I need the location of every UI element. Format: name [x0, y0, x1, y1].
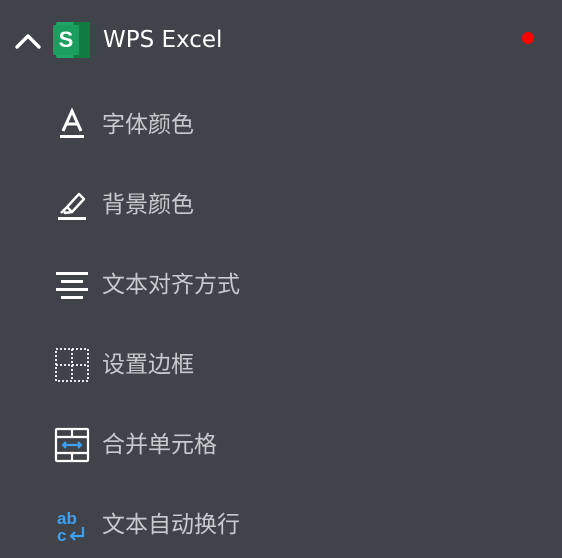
menu-item-label: 设置边框 — [102, 352, 194, 378]
menu-item-background-color[interactable]: 背景颜色 — [0, 165, 562, 245]
menu-item-label: 背景颜色 — [102, 192, 194, 218]
wrap-text-icon: ab c — [57, 509, 85, 543]
app-icon-letter: S — [59, 27, 74, 52]
merge-cells-icon — [54, 427, 90, 463]
border-grid-icon — [55, 348, 89, 382]
font-color-icon — [60, 107, 84, 138]
menu-item-label: 合并单元格 — [102, 432, 217, 458]
wps-spreadsheet-icon: S — [53, 22, 90, 58]
menu-item-label: 字体颜色 — [102, 112, 194, 138]
menu-item-label: 文本自动换行 — [102, 512, 240, 538]
menu-item-merge-cells[interactable]: 合并单元格 — [0, 405, 562, 485]
highlighter-icon — [58, 192, 86, 220]
menu-item-font-color[interactable]: 字体颜色 — [0, 85, 562, 165]
app-group-header[interactable]: S WPS Excel — [0, 0, 562, 80]
app-title: WPS Excel — [103, 27, 223, 53]
align-center-icon — [56, 272, 88, 299]
menu-item-set-borders[interactable]: 设置边框 — [0, 325, 562, 405]
notification-dot — [522, 32, 534, 44]
menu-item-wrap-text[interactable]: ab c 文本自动换行 — [0, 485, 562, 558]
menu-item-label: 文本对齐方式 — [102, 272, 240, 298]
svg-text:c: c — [57, 526, 66, 543]
chevron-up-icon[interactable] — [13, 28, 43, 52]
excel-actions-panel: S WPS Excel 字体颜色 背景颜色 文本对齐方式 设置边框 合并单元格 … — [0, 0, 562, 558]
menu-item-text-alignment[interactable]: 文本对齐方式 — [0, 245, 562, 325]
